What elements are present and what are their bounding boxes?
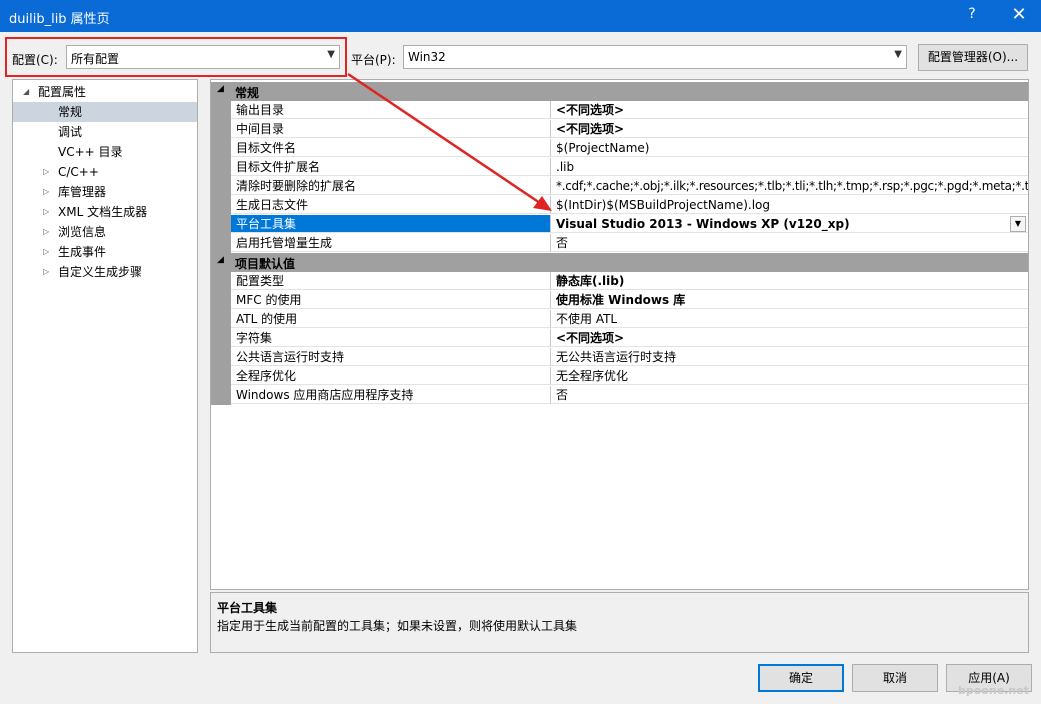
annotation-arrow-icon <box>347 72 552 211</box>
